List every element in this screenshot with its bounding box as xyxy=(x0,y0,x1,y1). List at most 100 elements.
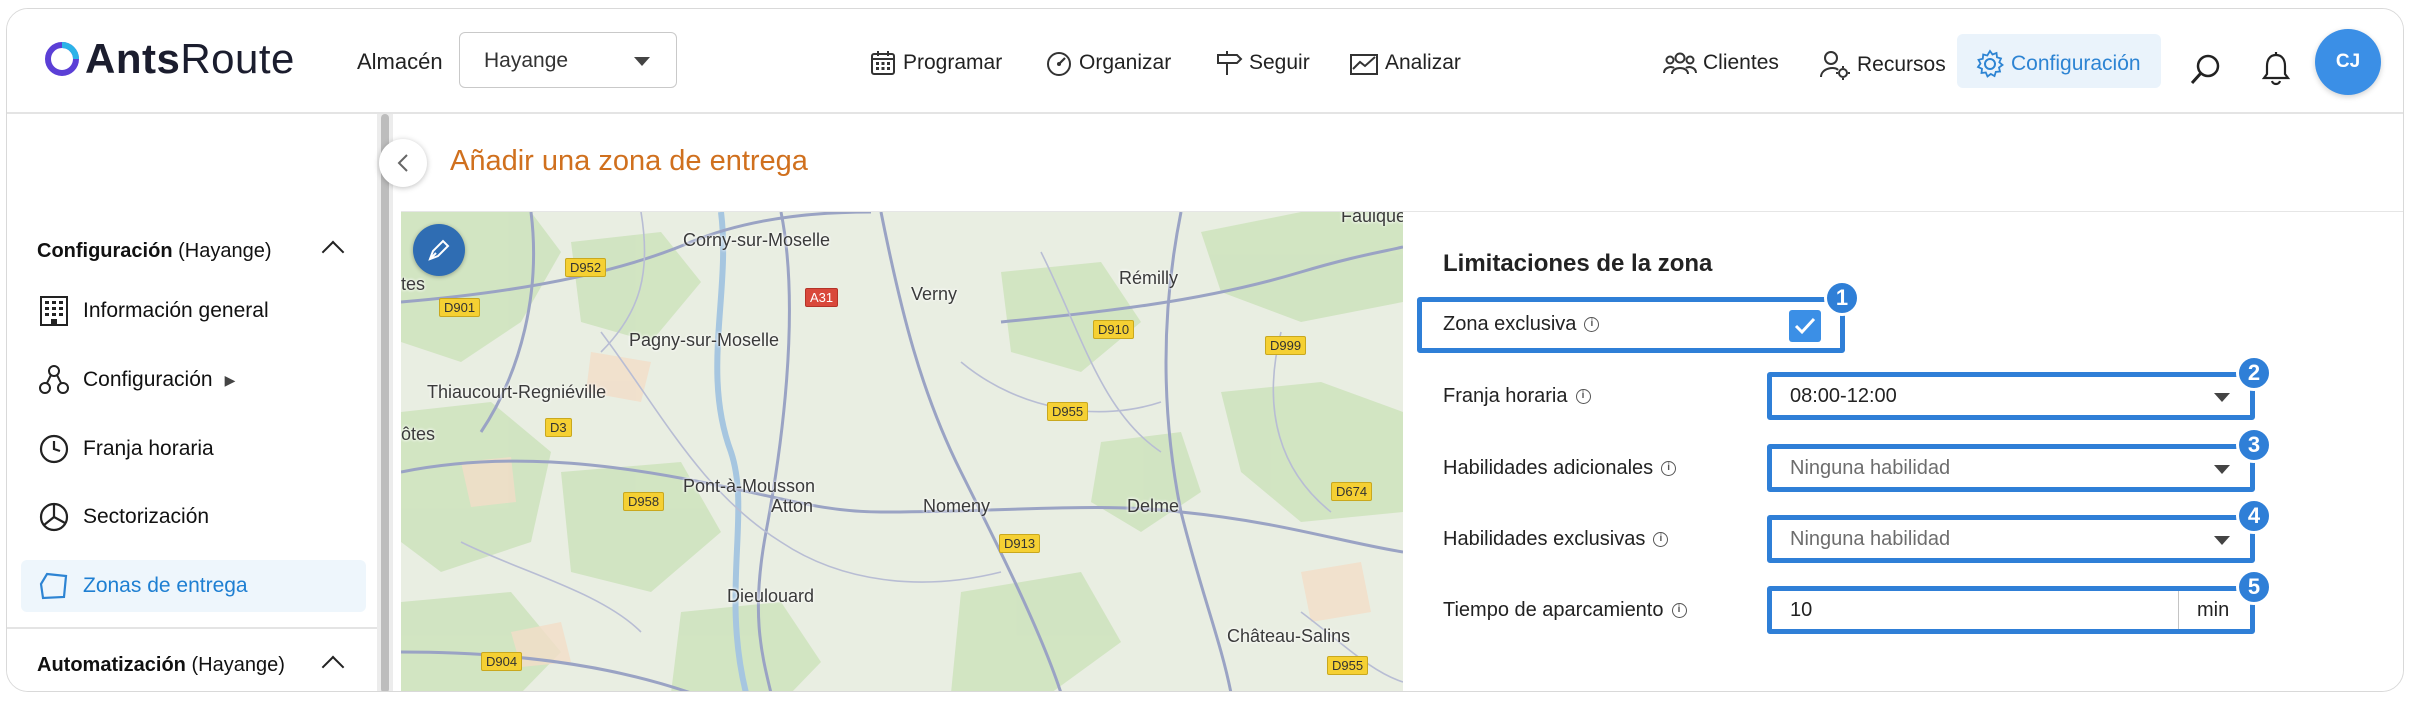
nav-clientes-label: Clientes xyxy=(1703,51,1779,74)
nav-clientes[interactable]: Clientes xyxy=(1663,49,1779,77)
highlight-box xyxy=(1767,515,2255,563)
info-icon[interactable]: i xyxy=(1661,461,1677,476)
step-badge: 3 xyxy=(2236,427,2272,463)
calendar-icon xyxy=(871,51,895,75)
sidebar-section-configuracion[interactable]: Configuración (Hayange) xyxy=(37,240,272,263)
chart-line-icon xyxy=(1350,54,1378,75)
map-place-label: Thiaucourt-Regniéville xyxy=(427,382,607,402)
road-tag: D955 xyxy=(1327,656,1369,675)
info-icon[interactable]: i xyxy=(1671,603,1687,618)
building-grid-icon xyxy=(37,294,71,328)
collapse-sidebar-button[interactable] xyxy=(379,139,427,187)
step-badge: 4 xyxy=(2236,498,2272,534)
nav-recursos-label: Recursos xyxy=(1857,53,1946,76)
nodes-icon xyxy=(37,363,71,397)
expand-arrow-icon: ▶ xyxy=(224,371,236,388)
road-tag: D958 xyxy=(623,492,665,511)
road-tag: D910 xyxy=(1093,320,1135,339)
sidebar-item-configuracion[interactable]: Configuración ▶ xyxy=(21,354,366,406)
sidebar-divider xyxy=(7,627,377,629)
store-select-value: Hayange xyxy=(484,49,569,72)
polygon-icon xyxy=(37,569,71,603)
sidebar-item-label: Franja horaria xyxy=(83,437,214,460)
extra-skills-label: Habilidades adicionales i xyxy=(1443,457,1677,480)
sidebar-item-label: Zonas de entrega xyxy=(83,574,248,597)
nav-organizar[interactable]: Organizar xyxy=(1045,49,1171,77)
nav-programar[interactable]: Programar xyxy=(869,49,1002,77)
step-badge: 2 xyxy=(2236,355,2272,391)
map-place-label: Atton xyxy=(771,496,814,516)
bell-icon[interactable] xyxy=(2261,51,2291,92)
highlight-box xyxy=(1767,444,2255,492)
timeslot-label: Franja horaria i xyxy=(1443,385,1591,408)
user-avatar[interactable]: CJ xyxy=(2315,29,2381,95)
gear-icon xyxy=(1976,49,2004,78)
map-place-label: Pont-à-Mousson xyxy=(683,476,816,496)
map-place-label: Corny-sur-Moselle xyxy=(683,230,831,250)
nav-recursos[interactable]: Recursos xyxy=(1819,49,1946,81)
chevron-up-icon[interactable] xyxy=(321,240,345,264)
map-place-label: Rémilly xyxy=(1119,268,1179,288)
road-tag: D674 xyxy=(1331,482,1373,501)
map-place-label: ôtes xyxy=(401,424,436,444)
sidebar-item-sectorizacion[interactable]: Sectorización xyxy=(21,491,366,543)
sidebar-item-franja-horaria[interactable]: Franja horaria xyxy=(21,423,366,475)
road-tag: A31 xyxy=(805,288,839,307)
settings-sidebar: Configuración (Hayange) Información gene… xyxy=(7,114,377,691)
search-icon[interactable] xyxy=(2189,53,2223,92)
parking-time-label: Tiempo de aparcamiento i xyxy=(1443,599,1687,622)
check-icon xyxy=(1794,317,1816,335)
road-tag: D904 xyxy=(481,652,523,671)
road-tag: D901 xyxy=(439,298,481,317)
logo-text: AntsRoute xyxy=(85,35,295,82)
info-icon[interactable]: i xyxy=(1653,532,1669,547)
nav-programar-label: Programar xyxy=(903,51,1003,74)
sidebar-scrollbar[interactable] xyxy=(377,114,393,691)
user-gear-icon xyxy=(1820,51,1850,80)
road-tag: D913 xyxy=(999,534,1041,553)
road-tag: D3 xyxy=(545,418,572,437)
exclusive-zone-label: Zona exclusiva i xyxy=(1443,313,1600,336)
top-navigation-bar: AntsRoute Almacén Hayange Programar Orga… xyxy=(7,9,2403,114)
logo-mark-icon xyxy=(43,40,81,78)
store-select[interactable]: Hayange xyxy=(459,32,677,88)
nav-analizar[interactable]: Analizar xyxy=(1349,49,1461,77)
chevron-down-icon xyxy=(634,57,650,66)
nav-analizar-label: Analizar xyxy=(1385,51,1461,74)
users-group-icon xyxy=(1663,52,1697,75)
chevron-up-icon[interactable] xyxy=(321,655,345,679)
road-tag: D952 xyxy=(565,258,607,277)
signpost-icon xyxy=(1217,51,1243,75)
delivery-zone-map[interactable]: Corny-sur-Moselle Verny Rémilly Pagny-su… xyxy=(401,212,1403,691)
step-badge: 5 xyxy=(2236,569,2272,605)
chevron-left-icon xyxy=(397,154,408,172)
sidebar-section-automatizacion[interactable]: Automatización (Hayange) xyxy=(37,654,285,677)
map-place-label: Dieulouard xyxy=(727,586,815,606)
nav-seguir[interactable]: Seguir xyxy=(1215,49,1310,77)
nav-configuracion-label: Configuración xyxy=(2011,52,2141,75)
sidebar-item-informacion-general[interactable]: Información general xyxy=(21,285,366,337)
map-place-label: Pagny-sur-Moselle xyxy=(629,330,780,350)
sidebar-item-zonas-de-entrega[interactable]: Zonas de entrega xyxy=(21,560,366,612)
map-place-label: Château-Salins xyxy=(1227,626,1351,646)
app-window: AntsRoute Almacén Hayange Programar Orga… xyxy=(6,8,2404,692)
pen-icon xyxy=(428,239,450,261)
draw-zone-button[interactable] xyxy=(413,224,465,276)
road-tag: D955 xyxy=(1047,402,1089,421)
step-badge: 1 xyxy=(1824,280,1860,316)
highlight-box xyxy=(1767,372,2255,420)
map-tiles xyxy=(401,212,1403,691)
map-place-label: Delme xyxy=(1127,496,1180,516)
panel-title: Limitaciones de la zona xyxy=(1443,250,1713,277)
pie-chart-icon xyxy=(37,500,71,534)
map-place-label: Nomeny xyxy=(923,496,991,516)
nav-configuracion[interactable]: Configuración xyxy=(1975,49,2141,79)
info-icon[interactable]: i xyxy=(1584,317,1600,332)
exclusive-skills-label: Habilidades exclusivas i xyxy=(1443,528,1669,551)
scrollbar-thumb[interactable] xyxy=(381,114,389,691)
exclusive-zone-checkbox[interactable] xyxy=(1789,310,1821,342)
map-place-label: Faulque xyxy=(1341,212,1403,226)
antsroute-logo[interactable]: AntsRoute xyxy=(43,35,295,83)
store-label: Almacén xyxy=(357,49,443,74)
info-icon[interactable]: i xyxy=(1575,389,1591,404)
